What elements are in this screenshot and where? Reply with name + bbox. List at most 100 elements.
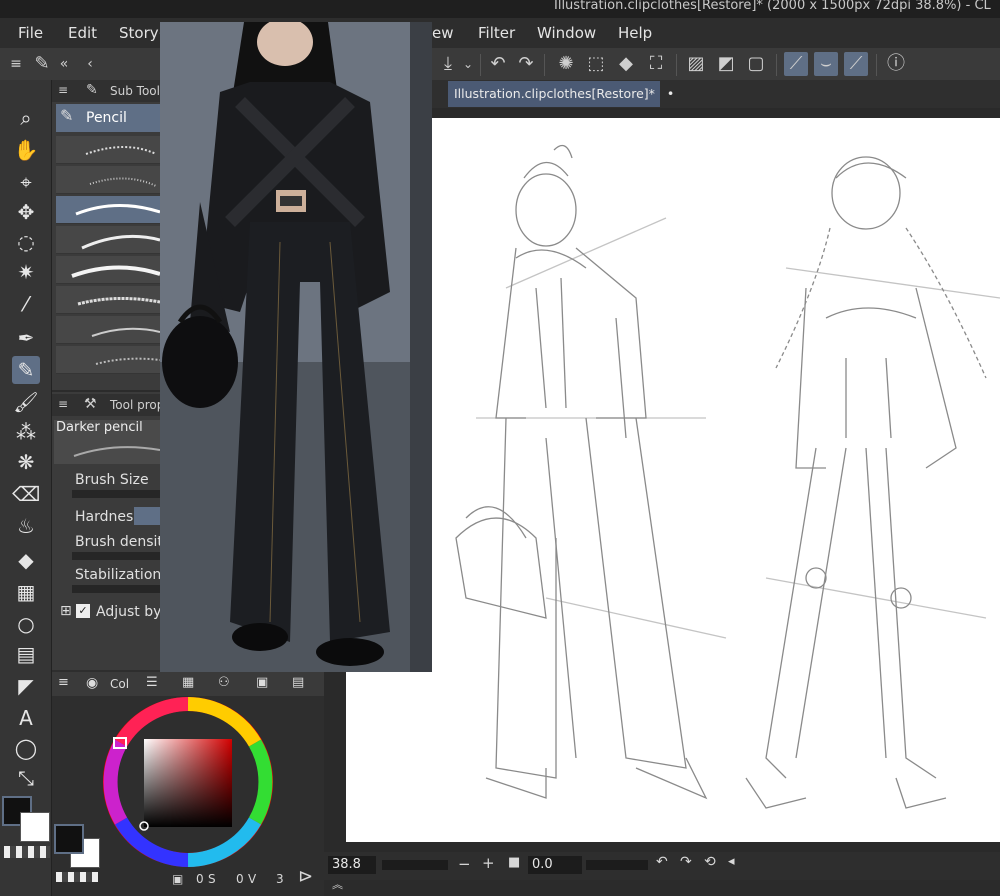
sub-color-swatch[interactable] xyxy=(20,812,50,842)
preset-preview[interactable]: Darker pencil xyxy=(54,420,160,464)
fill-icon[interactable]: ◆ xyxy=(614,52,638,76)
chevron-left-icon[interactable]: ‹ xyxy=(78,52,102,76)
eyedropper-icon[interactable]: ⁄ xyxy=(12,290,40,318)
canvas[interactable] xyxy=(346,118,1000,842)
slider-tab-icon[interactable]: ☰ xyxy=(146,675,158,690)
subtool-pencil-item[interactable]: ✎ Pencil xyxy=(56,104,160,132)
stabilization-slider[interactable] xyxy=(72,585,160,593)
clear-selection-icon[interactable]: ▨ xyxy=(684,52,708,76)
brush-size-slider[interactable] xyxy=(72,490,160,498)
h-value: 0 xyxy=(196,872,204,886)
brush-preset[interactable] xyxy=(56,256,160,284)
menu-edit[interactable]: Edit xyxy=(68,24,97,42)
expand-icon[interactable]: ⊞ xyxy=(60,603,72,619)
ruler-snap-icon[interactable]: ⟋ xyxy=(784,52,808,76)
menu-filter[interactable]: Filter xyxy=(478,24,515,42)
menu-view[interactable]: ew xyxy=(432,24,454,42)
hardness-slider[interactable] xyxy=(134,507,160,525)
hardness-label: Hardness xyxy=(75,509,141,525)
line-snap-icon[interactable]: ⟋ xyxy=(844,52,868,76)
hand-icon[interactable]: ✋ xyxy=(12,136,40,164)
menu-help[interactable]: Help xyxy=(618,24,652,42)
invert-selection-icon[interactable]: ◩ xyxy=(714,52,738,76)
expand-up-icon[interactable]: ︽ xyxy=(332,876,343,892)
color-panel-tabs: ≡ ◉ Col ☰ ▦ ⚇ ▣ ▤ xyxy=(52,672,324,696)
reference-photo xyxy=(160,22,432,672)
rotate-right-icon[interactable]: ↷ xyxy=(680,854,692,870)
chevron-down-icon[interactable]: ⌄ xyxy=(456,52,480,76)
palette-tab-icon[interactable]: ▦ xyxy=(182,675,194,690)
zoom-in-icon[interactable]: + xyxy=(482,854,495,872)
zoom-field[interactable]: 38.8 xyxy=(328,856,376,874)
pencil-icon: ✎ xyxy=(86,82,98,98)
play-icon[interactable]: ⊳ xyxy=(298,866,313,887)
blend-icon[interactable]: ♨ xyxy=(12,512,40,540)
brush-preset[interactable] xyxy=(56,316,160,344)
menu-window[interactable]: Window xyxy=(537,24,596,42)
color-tab-label[interactable]: Col xyxy=(110,677,129,691)
transparent-color-swatch[interactable] xyxy=(4,846,50,858)
set-tab-icon[interactable]: ⚇ xyxy=(218,675,230,690)
brush-density-slider[interactable] xyxy=(72,552,160,560)
pencil-icon[interactable]: ✎ xyxy=(30,52,54,76)
zoom-out-icon[interactable]: − xyxy=(458,855,471,873)
frame-border-icon[interactable]: ▤ xyxy=(12,640,40,668)
brush-preset[interactable] xyxy=(56,346,160,374)
document-tab[interactable]: Illustration.clipclothes[Restore]* • xyxy=(448,81,674,107)
fill-tool-icon[interactable]: ◆ xyxy=(12,546,40,574)
text-icon[interactable]: A xyxy=(12,704,40,732)
zoom-slider[interactable] xyxy=(382,860,448,870)
eraser-icon[interactable]: ⌫ xyxy=(12,480,40,508)
approx-tab-icon[interactable]: ▤ xyxy=(292,675,304,690)
brush-preset[interactable] xyxy=(56,136,160,164)
menu-file[interactable]: File xyxy=(18,24,43,42)
history-tab-icon[interactable]: ▣ xyxy=(256,675,268,690)
pen-icon[interactable]: ✒ xyxy=(12,324,40,352)
airbrush-icon[interactable]: ⁂ xyxy=(12,418,40,446)
rotation-field[interactable]: 0.0 xyxy=(528,856,582,874)
adjust-checkbox[interactable]: ✓ xyxy=(76,604,90,618)
menu-icon[interactable]: ≡ xyxy=(58,83,68,97)
fit-icon[interactable]: ■ xyxy=(508,855,520,870)
ruler-icon[interactable]: ◤ xyxy=(12,672,40,700)
rotate-left-icon[interactable]: ↶ xyxy=(656,854,668,870)
menu-icon[interactable]: ≡ xyxy=(58,397,68,411)
brush-preset[interactable] xyxy=(56,286,160,314)
transform-icon[interactable]: ⛶ xyxy=(644,52,668,76)
wrench-icon: ⚒ xyxy=(84,396,97,412)
brush-preset[interactable] xyxy=(56,166,160,194)
color-wheel[interactable] xyxy=(100,696,276,870)
zoom-icon[interactable]: ⌕ xyxy=(12,104,40,132)
redo-icon[interactable]: ↷ xyxy=(514,52,538,76)
flip-icon[interactable]: ◂ xyxy=(728,854,735,869)
lasso-icon[interactable]: ◌ xyxy=(12,228,40,256)
collapse-left-icon[interactable]: « xyxy=(52,52,76,76)
figure-icon[interactable]: ○ xyxy=(12,610,40,638)
correct-line-icon[interactable]: ⤡ xyxy=(12,764,40,792)
rotation-slider[interactable] xyxy=(586,860,648,870)
selection-icon[interactable]: ⬚ xyxy=(584,52,608,76)
brush-preset-selected[interactable] xyxy=(56,196,160,224)
gradient-icon[interactable]: ▦ xyxy=(12,578,40,606)
main-color-swatch-panel[interactable] xyxy=(54,824,84,854)
brush-preset[interactable] xyxy=(56,226,160,254)
decoration-icon[interactable]: ❋ xyxy=(12,448,40,476)
menu-story[interactable]: Story( xyxy=(119,24,164,42)
menu-icon[interactable]: ≡ xyxy=(58,675,69,690)
reset-rotation-icon[interactable]: ⟲ xyxy=(704,854,716,870)
brush-icon[interactable]: 🖌 xyxy=(12,388,40,416)
magic-wand-icon[interactable]: ✷ xyxy=(12,258,40,286)
pencil-tool-icon[interactable]: ✎ xyxy=(12,356,40,384)
transparent-swatch-panel[interactable] xyxy=(56,872,98,882)
separator xyxy=(876,54,877,76)
move-icon[interactable]: ✥ xyxy=(12,198,40,226)
balloon-icon[interactable]: ◯ xyxy=(12,734,40,762)
brush-snap-icon[interactable]: ⌣ xyxy=(814,52,838,76)
help-icon[interactable]: ⓘ xyxy=(884,52,908,76)
undo-icon[interactable]: ↶ xyxy=(486,52,510,76)
panel-menu-icon[interactable]: ≡ xyxy=(4,52,28,76)
frame-icon[interactable]: ▢ xyxy=(744,52,768,76)
object-select-icon[interactable]: ⌖ xyxy=(12,168,40,196)
loading-icon[interactable]: ✺ xyxy=(554,52,578,76)
brush-density-label: Brush density xyxy=(75,534,172,550)
